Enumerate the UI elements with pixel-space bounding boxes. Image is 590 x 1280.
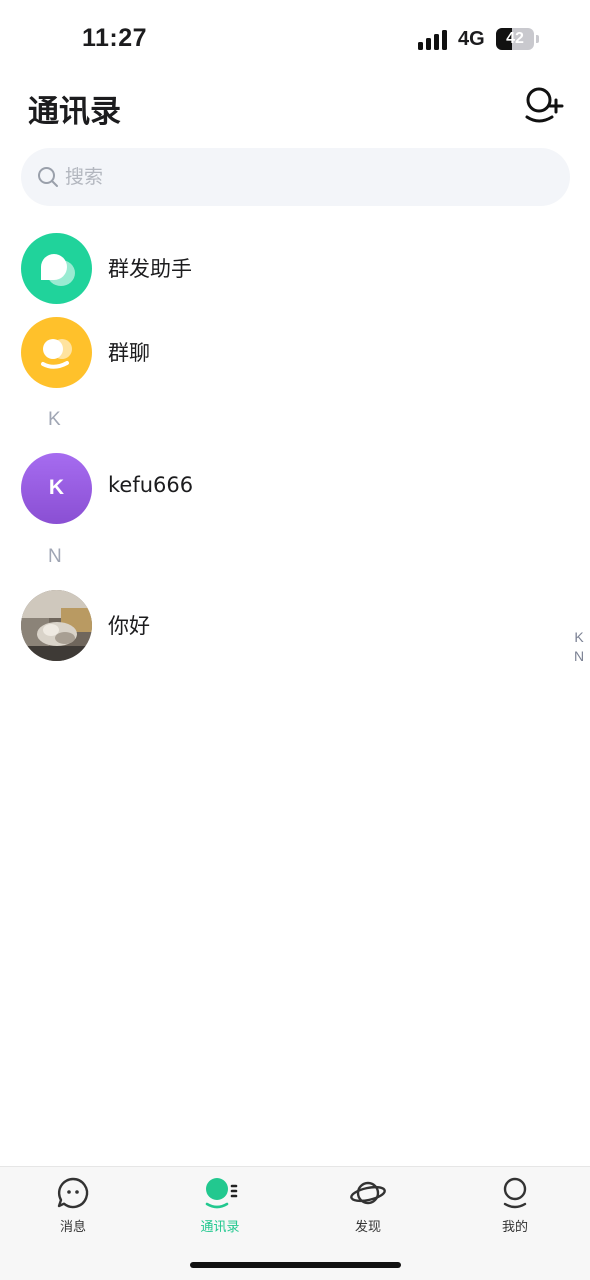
contact-label: kefu666 — [108, 473, 194, 497]
tab-label: 消息 — [59, 1220, 86, 1235]
page-title: 通讯录 — [28, 94, 121, 130]
tab-label: 通讯录 — [200, 1220, 240, 1235]
signal-icon — [418, 30, 448, 50]
broadcast-bubble-icon — [41, 254, 75, 286]
tab-profile[interactable]: 我的 — [465, 1167, 565, 1247]
contact-row-broadcast-assistant[interactable]: 群发助手 — [0, 233, 560, 309]
contact-row-nihao[interactable]: 你好 — [0, 590, 560, 666]
battery-icon: 42 — [496, 28, 534, 50]
search-bar[interactable] — [21, 148, 570, 206]
section-header-k: K — [48, 409, 61, 430]
tab-contacts[interactable]: 通讯录 — [170, 1167, 270, 1247]
battery-percent: 42 — [506, 30, 524, 47]
status-bar: 11:27 4G 42 — [0, 0, 590, 80]
index-letter-n[interactable]: N — [570, 647, 588, 666]
cat-photo — [21, 590, 92, 661]
planet-icon — [350, 1181, 386, 1205]
network-type: 4G — [458, 28, 485, 50]
tab-messages[interactable]: 消息 — [23, 1167, 123, 1247]
contact-label: 群聊 — [108, 341, 150, 365]
avatar: K — [21, 453, 92, 524]
search-icon — [38, 167, 58, 187]
add-person-button[interactable] — [524, 86, 564, 124]
tab-label: 发现 — [354, 1220, 381, 1235]
contact-row-group-chats[interactable]: 群聊 — [0, 317, 560, 393]
tab-label: 我的 — [501, 1220, 528, 1235]
alphabet-index[interactable]: K N — [570, 628, 588, 666]
group-chat-avatar — [21, 317, 92, 388]
search-input[interactable] — [65, 148, 545, 206]
avatar-initial: K — [48, 476, 65, 499]
contact-row-kefu666[interactable]: K kefu666 — [0, 453, 560, 529]
contact-label: 群发助手 — [108, 257, 192, 281]
index-letter-k[interactable]: K — [570, 628, 588, 647]
chat-bubble-icon — [57, 1177, 89, 1209]
add-person-icon — [525, 87, 564, 123]
avatar-photo — [21, 590, 92, 661]
status-time: 11:27 — [82, 24, 148, 52]
tab-discover[interactable]: 发现 — [318, 1167, 418, 1247]
battery-tip — [536, 35, 539, 43]
profile-icon — [503, 1177, 527, 1209]
section-header-n: N — [48, 546, 62, 567]
home-indicator — [190, 1262, 401, 1268]
contact-label: 你好 — [108, 614, 150, 638]
contacts-icon — [205, 1178, 238, 1209]
broadcast-avatar — [21, 233, 92, 304]
group-chat-icon — [41, 339, 72, 369]
